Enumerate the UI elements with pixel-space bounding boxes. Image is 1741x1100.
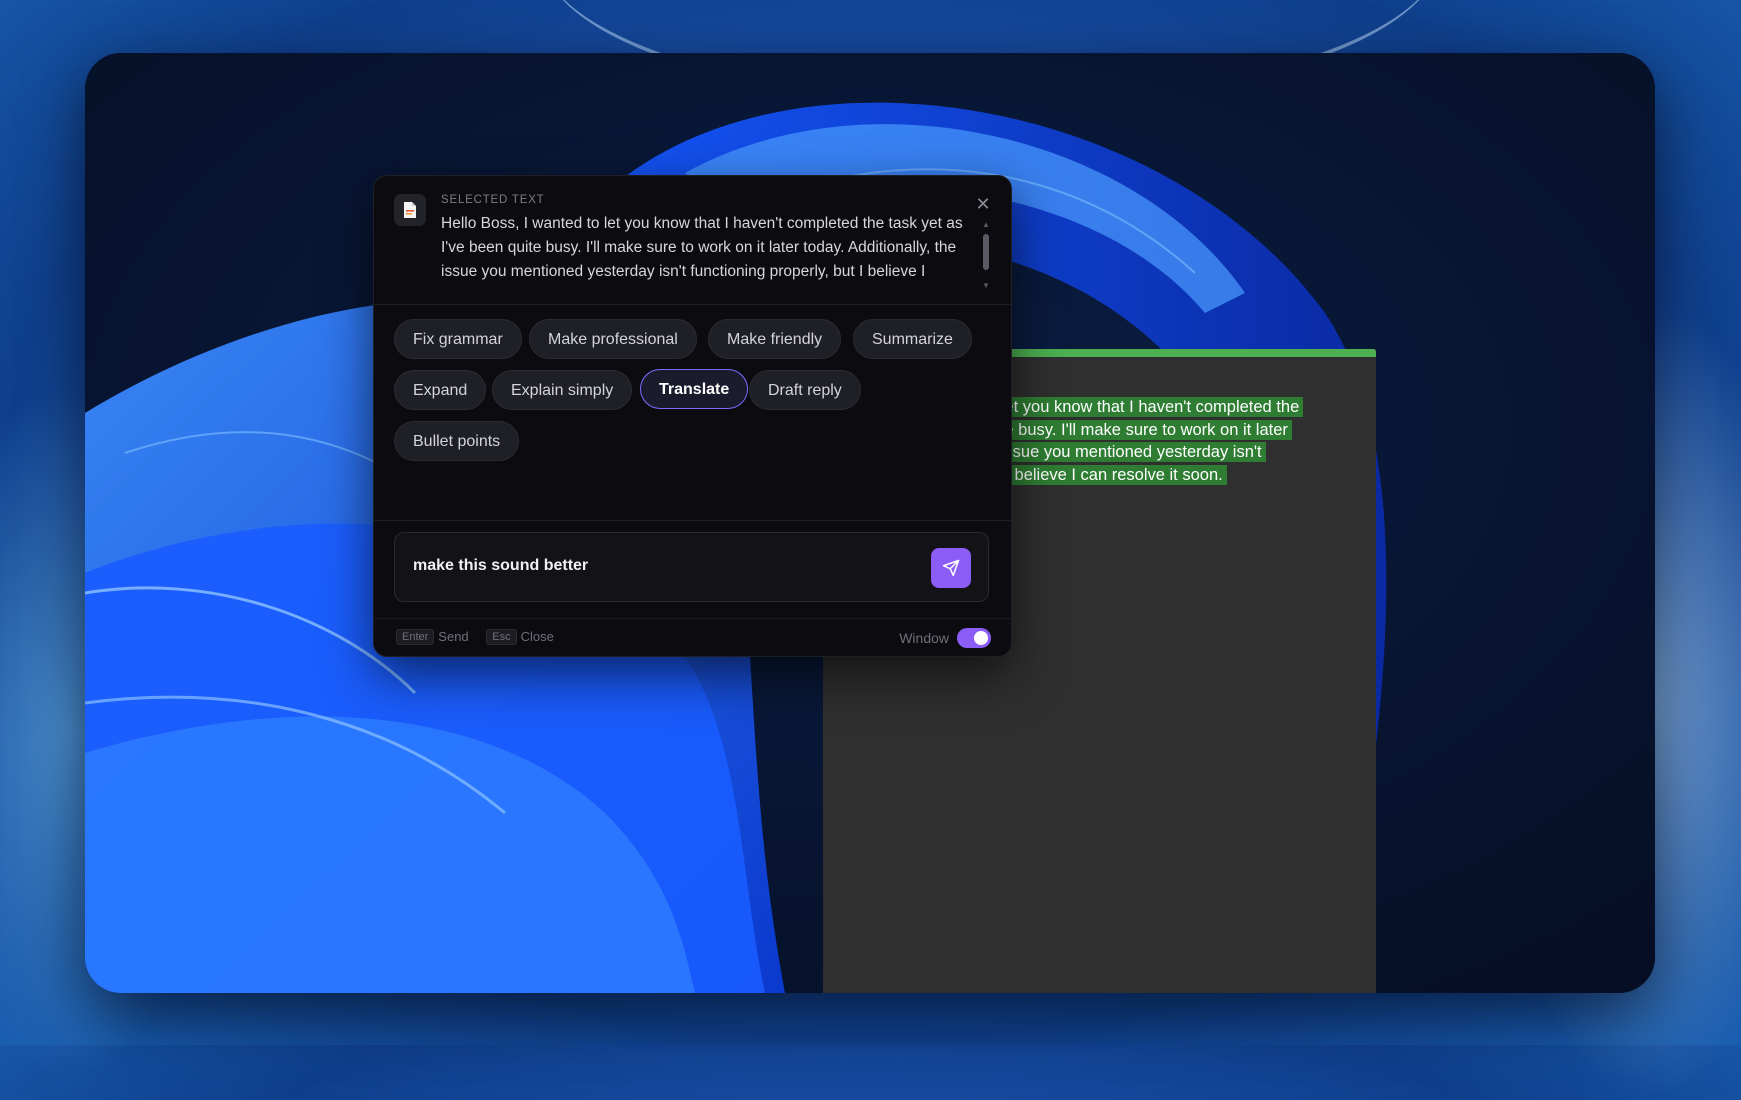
enter-hint: Send [438, 629, 469, 645]
notepad-line: o let you know that I haven't completed … [983, 397, 1304, 417]
document-icon [394, 194, 426, 226]
enter-key-badge: Enter [396, 628, 435, 645]
action-fix-grammar[interactable]: Fix grammar [394, 319, 522, 359]
divider [374, 618, 1011, 619]
scrollbar[interactable]: ▲ ▼ [982, 220, 990, 290]
ai-assistant-popup: SELECTED TEXT Hello Boss, I wanted to le… [373, 175, 1012, 657]
window-toggle-label: Window [899, 630, 949, 646]
notepad-line: e issue you mentioned yesterday isn't [983, 442, 1266, 462]
action-explain-simply[interactable]: Explain simply [492, 370, 633, 410]
notepad-line: uite busy. I'll make sure to work on it … [983, 419, 1292, 440]
window-toggle[interactable] [957, 628, 991, 648]
action-summarize[interactable]: Summarize [853, 319, 972, 359]
popup-footer: Enter Send Esc Close Window [396, 628, 991, 652]
action-expand[interactable]: Expand [394, 370, 487, 410]
notepad-text[interactable]: o let you know that I haven't completed … [983, 396, 1363, 486]
selected-text-panel: SELECTED TEXT Hello Boss, I wanted to le… [374, 176, 1011, 305]
toggle-knob [974, 631, 988, 645]
selected-text-content: Hello Boss, I wanted to let you know tha… [441, 215, 963, 280]
action-make-friendly[interactable]: Make friendly [708, 319, 842, 359]
notepad-line: ut I believe I can resolve it soon. [983, 464, 1227, 485]
action-translate[interactable]: Translate [640, 369, 749, 409]
divider [374, 520, 1011, 521]
scroll-down-icon[interactable]: ▼ [982, 281, 990, 290]
action-make-professional[interactable]: Make professional [529, 319, 697, 359]
action-bullet-points[interactable]: Bullet points [394, 421, 520, 461]
selected-text-label: SELECTED TEXT [441, 194, 545, 206]
esc-hint: Close [520, 629, 554, 645]
send-icon [942, 559, 960, 577]
esc-key-badge: Esc [486, 628, 517, 645]
close-icon[interactable]: ✕ [973, 194, 993, 214]
prompt-input-value[interactable]: make this sound better [413, 557, 588, 575]
prompt-input[interactable]: make this sound better [394, 532, 989, 602]
send-button[interactable] [931, 548, 971, 588]
scroll-up-icon[interactable]: ▲ [982, 220, 990, 229]
window-toggle-group: Window [899, 628, 991, 648]
action-draft-reply[interactable]: Draft reply [749, 370, 861, 410]
desktop: o let you know that I haven't completed … [85, 53, 1655, 993]
scrollbar-thumb[interactable] [983, 234, 989, 270]
